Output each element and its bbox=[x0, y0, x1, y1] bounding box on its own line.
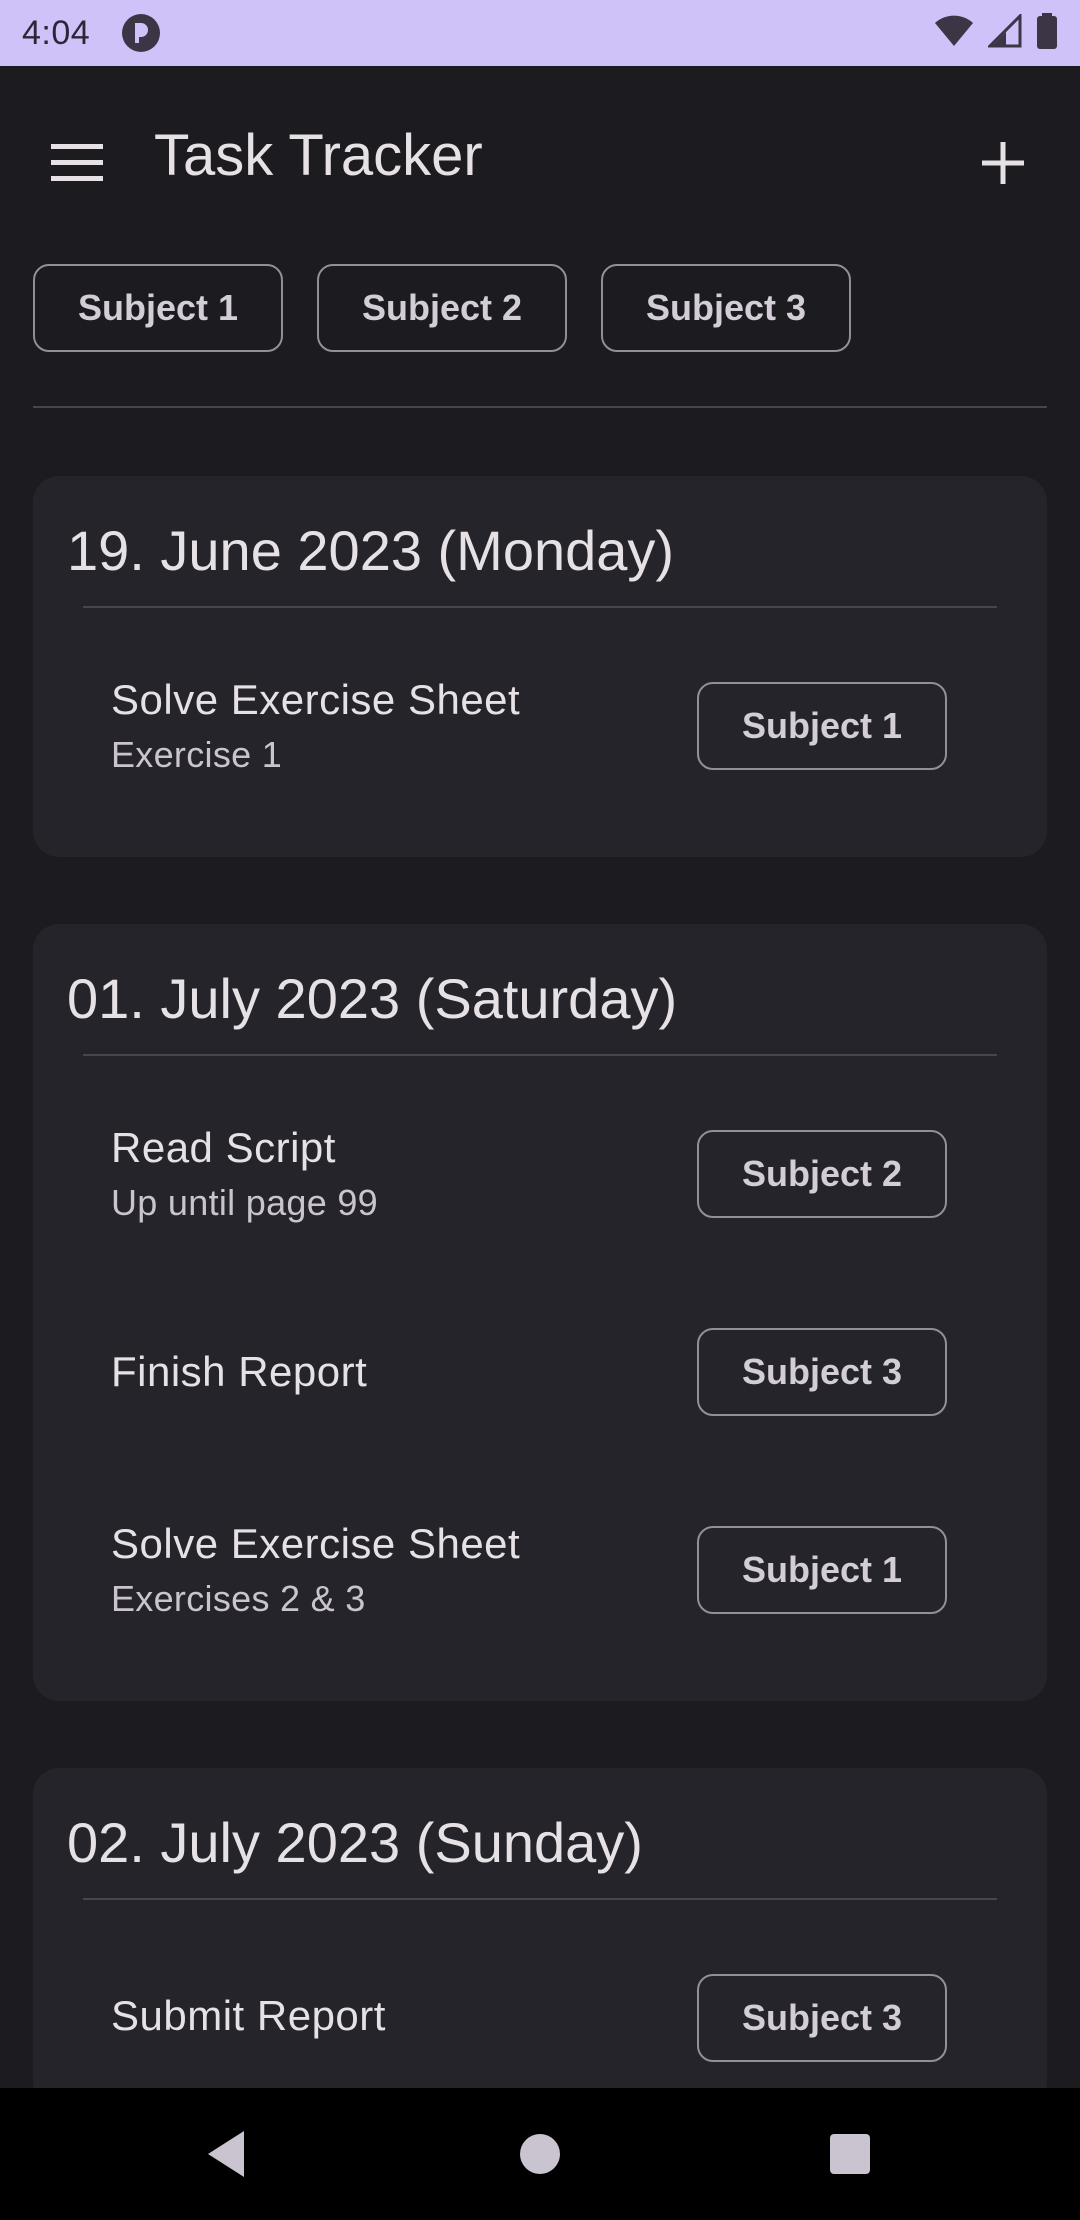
filter-chip-subject-3[interactable]: Subject 3 bbox=[601, 264, 851, 352]
task-subject-chip[interactable]: Subject 3 bbox=[697, 1328, 947, 1416]
day-card: 02. July 2023 (Sunday) Submit Report Sub… bbox=[33, 1768, 1047, 2108]
task-subtitle: Exercises 2 & 3 bbox=[111, 1578, 366, 1619]
hamburger-menu-icon bbox=[51, 144, 103, 181]
divider bbox=[83, 606, 997, 608]
filter-chip-subject-1[interactable]: Subject 1 bbox=[33, 264, 283, 352]
battery-icon bbox=[1036, 12, 1058, 54]
app-notification-icon bbox=[122, 14, 161, 52]
divider bbox=[83, 1898, 997, 1900]
recents-button[interactable] bbox=[780, 2088, 920, 2220]
top-app-bar: Task Tracker bbox=[0, 66, 1080, 246]
back-button[interactable] bbox=[156, 2088, 296, 2220]
cellular-signal-icon bbox=[986, 11, 1022, 53]
add-task-button[interactable] bbox=[966, 126, 1040, 200]
system-navigation-bar bbox=[0, 2088, 1080, 2220]
task-subject-chip[interactable]: Subject 1 bbox=[697, 682, 947, 770]
task-title[interactable]: Solve Exercise Sheet bbox=[111, 676, 520, 724]
divider bbox=[33, 406, 1047, 408]
task-title[interactable]: Read Script bbox=[111, 1124, 336, 1172]
recents-square-icon bbox=[830, 2134, 870, 2174]
status-bar: 4:04 bbox=[0, 0, 1080, 66]
wifi-icon bbox=[934, 14, 974, 53]
divider bbox=[83, 1054, 997, 1056]
filter-chip-subject-2[interactable]: Subject 2 bbox=[317, 264, 567, 352]
task-title[interactable]: Finish Report bbox=[111, 1348, 367, 1396]
task-title[interactable]: Solve Exercise Sheet bbox=[111, 1520, 520, 1568]
day-card: 01. July 2023 (Saturday) Read Script Up … bbox=[33, 924, 1047, 1701]
day-card: 19. June 2023 (Monday) Solve Exercise Sh… bbox=[33, 476, 1047, 857]
task-subtitle: Exercise 1 bbox=[111, 734, 283, 775]
task-title[interactable]: Submit Report bbox=[111, 1992, 386, 2040]
task-subject-chip[interactable]: Subject 3 bbox=[697, 1974, 947, 2062]
home-button[interactable] bbox=[470, 2088, 610, 2220]
task-subject-chip[interactable]: Subject 1 bbox=[697, 1526, 947, 1614]
menu-button[interactable] bbox=[40, 126, 114, 200]
day-date: 02. July 2023 (Sunday) bbox=[67, 1811, 643, 1874]
home-circle-icon bbox=[520, 2134, 560, 2174]
plus-icon bbox=[982, 142, 1024, 184]
day-date: 01. July 2023 (Saturday) bbox=[67, 967, 678, 1030]
task-subtitle: Up until page 99 bbox=[111, 1182, 378, 1223]
app-title: Task Tracker bbox=[154, 123, 483, 188]
day-date: 19. June 2023 (Monday) bbox=[67, 519, 675, 582]
status-time: 4:04 bbox=[22, 13, 91, 52]
task-subject-chip[interactable]: Subject 2 bbox=[697, 1130, 947, 1218]
back-triangle-icon bbox=[208, 2131, 244, 2177]
